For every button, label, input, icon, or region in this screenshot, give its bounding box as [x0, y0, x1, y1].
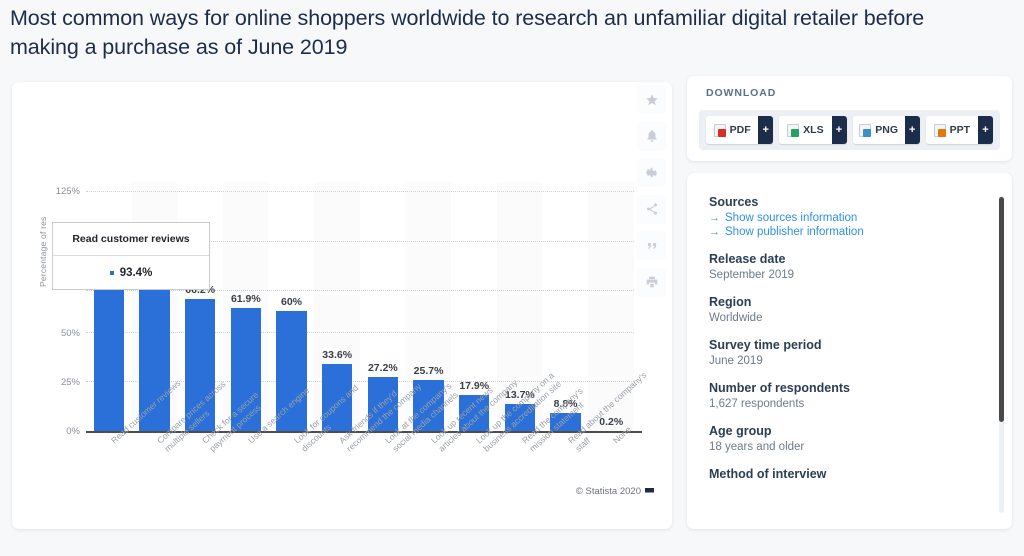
download-label-area[interactable]: PNG	[852, 116, 905, 144]
chart-tooltip: Read customer reviews 93.4%	[52, 222, 210, 290]
x-label-cell: Ask friends if they'd recommend the comp…	[314, 381, 423, 529]
sources-field-value: 18 years and older	[709, 441, 805, 453]
x-axis-labels: Read customer reviews Compare prices acro…	[86, 370, 648, 529]
plot-area: Percentage of res 125% 50% 25% 0% 93.4%6…	[12, 82, 672, 482]
sources-scrollbar-thumb[interactable]	[999, 197, 1004, 422]
gear-icon[interactable]	[637, 158, 666, 187]
download-format-label: XLS	[803, 124, 824, 136]
sources-link-label: Show publisher information	[725, 226, 864, 238]
sources-field-label: Age group	[709, 424, 772, 438]
download-options-button[interactable]: +	[978, 116, 993, 144]
sources-field-value: September 2019	[709, 269, 795, 281]
y-tick: 50%	[60, 328, 80, 339]
download-button-row: PDF + XLS + PNG + PPT +	[699, 110, 1000, 150]
credit-text: © Statista 2020	[575, 486, 641, 497]
download-options-button[interactable]: +	[758, 116, 774, 144]
bar-value-label: 60%	[281, 296, 303, 309]
bar-item[interactable]: 93.4%	[86, 182, 132, 431]
download-png-button[interactable]: PNG +	[852, 116, 920, 144]
y-tick: 25%	[60, 377, 80, 388]
star-icon[interactable]	[637, 85, 666, 114]
xls-file-icon	[787, 123, 800, 137]
x-label-cell: Look for coupons and discounts	[269, 383, 360, 529]
sources-field-value: Worldwide	[709, 312, 763, 324]
chart-card: Percentage of res 125% 50% 25% 0% 93.4%6…	[12, 82, 672, 529]
chart-toolbar	[637, 85, 667, 304]
share-icon[interactable]	[637, 194, 666, 224]
x-label-cell: Look at the company's social media chann…	[360, 381, 460, 529]
ppt-file-icon	[933, 123, 946, 137]
sources-content: Sources → Show sources information → Show pu…	[687, 173, 1012, 481]
quote-icon[interactable]	[637, 231, 666, 260]
sources-field-value: June 2019	[709, 355, 763, 367]
x-label-cell: Look up the company on a business accred…	[451, 370, 563, 529]
download-format-label: PPT	[949, 124, 971, 136]
download-options-button[interactable]: +	[904, 116, 920, 144]
download-options-button[interactable]: +	[831, 116, 847, 144]
tooltip-category: Read customer reviews	[53, 223, 209, 256]
copyright-credit: © Statista 2020	[576, 486, 654, 497]
sources-heading: Sources	[709, 195, 759, 209]
sources-field-label: Region	[709, 295, 752, 309]
y-tick: 0%	[66, 426, 80, 437]
download-format-label: PDF	[729, 124, 751, 136]
download-label-area[interactable]: XLS	[779, 116, 832, 144]
sources-field-label: Survey time period	[709, 338, 822, 352]
sources-field-label: Release date	[709, 252, 786, 266]
tooltip-marker-icon	[109, 271, 114, 275]
sources-card: Sources → Show sources information → Show pu…	[687, 173, 1012, 529]
x-label-cell: Check for a secure payment process	[177, 390, 262, 529]
pdf-file-icon	[713, 123, 726, 137]
download-pdf-button[interactable]: PDF +	[706, 116, 774, 144]
bar-value-label: 25.7%	[413, 364, 444, 377]
arrow-right-icon: →	[709, 226, 720, 238]
sources-link[interactable]: → Show publisher information	[709, 226, 990, 238]
x-label-cell: Read customer reviews	[86, 378, 182, 529]
x-label-cell: Use a search engine	[223, 385, 311, 529]
sources-link-label: Show sources information	[725, 212, 858, 224]
tooltip-value: 93.4%	[119, 267, 153, 279]
bar-value-label: 33.6%	[322, 349, 353, 362]
download-card: DOWNLOAD PDF + XLS + PNG + PPT +	[687, 76, 1012, 161]
statista-chart-page: Most common ways for online shoppers wor…	[0, 0, 1024, 556]
png-file-icon	[859, 123, 872, 137]
download-format-label: PNG	[875, 124, 898, 136]
y-tick: 125%	[55, 186, 80, 197]
flag-icon[interactable]	[645, 487, 654, 496]
page-title: Most common ways for online shoppers wor…	[10, 6, 925, 59]
download-heading: DOWNLOAD	[706, 87, 777, 99]
sources-field-label: Method of interview	[709, 467, 827, 481]
tooltip-body: 93.4%	[53, 256, 209, 290]
x-label-cell: Compare prices across multiple sellers	[132, 379, 227, 529]
bar-value-label: 61.9%	[230, 292, 261, 305]
x-label-cell: Read the company's mission statement	[497, 386, 585, 529]
bell-icon[interactable]	[637, 121, 666, 151]
bar-value-label: 27.2%	[367, 361, 398, 374]
download-ppt-button[interactable]: PPT +	[925, 116, 993, 144]
print-icon[interactable]	[637, 267, 666, 297]
x-label-cell: Read about the company's staff	[543, 370, 648, 529]
download-label-area[interactable]: PDF	[706, 116, 759, 144]
arrow-right-icon: →	[709, 212, 720, 224]
download-xls-button[interactable]: XLS +	[779, 116, 847, 144]
sources-field-label: Number of respondents	[709, 381, 850, 395]
download-label-area[interactable]: PPT	[925, 116, 978, 144]
sources-field-value: 1,627 respondents	[709, 398, 805, 410]
x-label-cell: None	[588, 424, 634, 529]
x-label-cell: Look up recent news articles about the c…	[406, 377, 519, 529]
sources-link[interactable]: → Show sources information	[709, 212, 990, 224]
